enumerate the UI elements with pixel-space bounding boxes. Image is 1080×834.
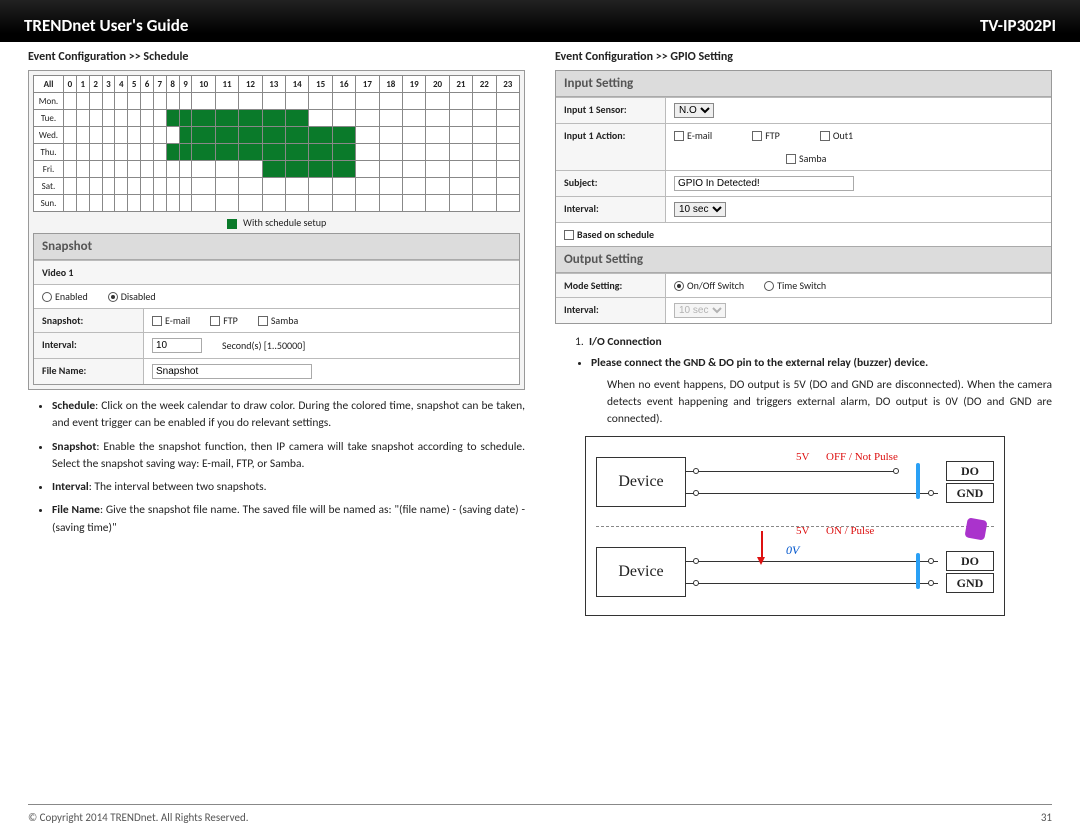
v5-label-bot: 5V	[796, 525, 809, 537]
filename-value-cell	[144, 359, 519, 384]
gnd-pin-bot: GND	[946, 573, 994, 593]
output-interval-select[interactable]: 10 sec	[674, 303, 726, 318]
guide-title: TRENDnet User's Guide	[24, 15, 188, 36]
interval-input[interactable]	[152, 338, 202, 353]
device-box-bot: Device	[596, 547, 686, 597]
video1-label: Video 1	[34, 261, 519, 284]
gpio-interval-select[interactable]: 10 sec	[674, 202, 726, 217]
left-bullets: Schedule: Click on the week calendar to …	[28, 398, 525, 537]
page-body: Event Configuration >> Schedule All01234…	[28, 50, 1052, 784]
gnd-pin-top: GND	[946, 483, 994, 503]
snapshot-email-checkbox[interactable]: E-mail	[152, 314, 190, 327]
interval-row-label: Interval:	[34, 333, 144, 358]
legend-swatch-icon	[227, 219, 237, 229]
copyright: © Copyright 2014 TRENDnet. All Rights Re…	[28, 811, 249, 824]
action-out1-checkbox[interactable]: Out1	[820, 129, 853, 142]
interval-value-cell: Second(s) [1..50000]	[144, 333, 519, 358]
input-setting-head: Input Setting	[556, 71, 1051, 97]
footer: © Copyright 2014 TRENDnet. All Rights Re…	[28, 804, 1052, 824]
schedule-grid[interactable]: All0123456789101112131415161718192021222…	[33, 75, 520, 212]
snapshot-ftp-checkbox[interactable]: FTP	[210, 314, 238, 327]
v5-label-top: 5V	[796, 451, 809, 463]
subject-input[interactable]	[674, 176, 854, 191]
input-sensor-select[interactable]: N.O	[674, 103, 714, 118]
right-section-title: Event Configuration >> GPIO Setting	[555, 50, 1052, 64]
do-pin-top: DO	[946, 461, 994, 481]
left-column: Event Configuration >> Schedule All01234…	[28, 50, 525, 784]
snapshot-row-label: Snapshot:	[34, 309, 144, 332]
model-number: TV-IP302PI	[980, 15, 1056, 36]
enabled-radio[interactable]: Enabled	[42, 290, 88, 303]
based-schedule-checkbox[interactable]: Based on schedule	[564, 228, 654, 241]
subject-label: Subject:	[556, 171, 666, 196]
filename-row-label: File Name:	[34, 359, 144, 384]
gpio-interval-label: Interval:	[556, 197, 666, 222]
disabled-radio[interactable]: Disabled	[108, 290, 156, 303]
device-box-top: Device	[596, 457, 686, 507]
page-number: 31	[1041, 811, 1052, 824]
io-description: When no event happens, DO output is 5V (…	[607, 377, 1052, 429]
v0-label: 0V	[786, 543, 799, 558]
header-bar: TRENDnet User's Guide TV-IP302PI	[0, 0, 1080, 42]
snapshot-head: Snapshot	[34, 234, 519, 260]
filename-input[interactable]	[152, 364, 312, 379]
snapshot-panel: Snapshot Video 1 Enabled Disabled Snapsh…	[33, 233, 520, 385]
on-label: ON / Pulse	[826, 525, 874, 537]
io-bullet: Please connect the GND & DO pin to the e…	[591, 356, 928, 370]
do-pin-bot: DO	[946, 551, 994, 571]
interval-suffix: Second(s) [1..50000]	[222, 339, 305, 352]
action-samba-checkbox[interactable]: Samba	[786, 152, 826, 165]
mode-setting-label: Mode Setting:	[556, 274, 666, 297]
snapshot-options: E-mail FTP Samba	[144, 309, 519, 332]
off-label: OFF / Not Pulse	[826, 451, 898, 463]
gpio-panel: Input Setting Input 1 Sensor: N.O Input …	[555, 70, 1052, 324]
left-section-title: Event Configuration >> Schedule	[28, 50, 525, 64]
legend-label: With schedule setup	[243, 216, 326, 229]
output-setting-head: Output Setting	[556, 246, 1051, 273]
input-sensor-label: Input 1 Sensor:	[556, 98, 666, 123]
mode-onoff-radio[interactable]: On/Off Switch	[674, 279, 744, 292]
schedule-legend: With schedule setup	[33, 212, 520, 231]
right-column: Event Configuration >> GPIO Setting Inpu…	[555, 50, 1052, 784]
mode-time-radio[interactable]: Time Switch	[764, 279, 826, 292]
io-title: I/O Connection	[589, 335, 662, 349]
output-interval-label: Interval:	[556, 298, 666, 323]
schedule-panel: All0123456789101112131415161718192021222…	[28, 70, 525, 390]
action-ftp-checkbox[interactable]: FTP	[752, 129, 780, 142]
io-connection-block: 1. I/O Connection Please connect the GND…	[555, 334, 1052, 428]
io-diagram: Device 5V OFF / Not Pulse DO GND Device	[585, 436, 1005, 616]
snapshot-samba-checkbox[interactable]: Samba	[258, 314, 298, 327]
buzzer-icon	[964, 518, 987, 541]
video1-enable-row: Enabled Disabled	[34, 285, 519, 308]
input-action-label: Input 1 Action:	[556, 124, 666, 170]
action-email-checkbox[interactable]: E-mail	[674, 129, 712, 142]
